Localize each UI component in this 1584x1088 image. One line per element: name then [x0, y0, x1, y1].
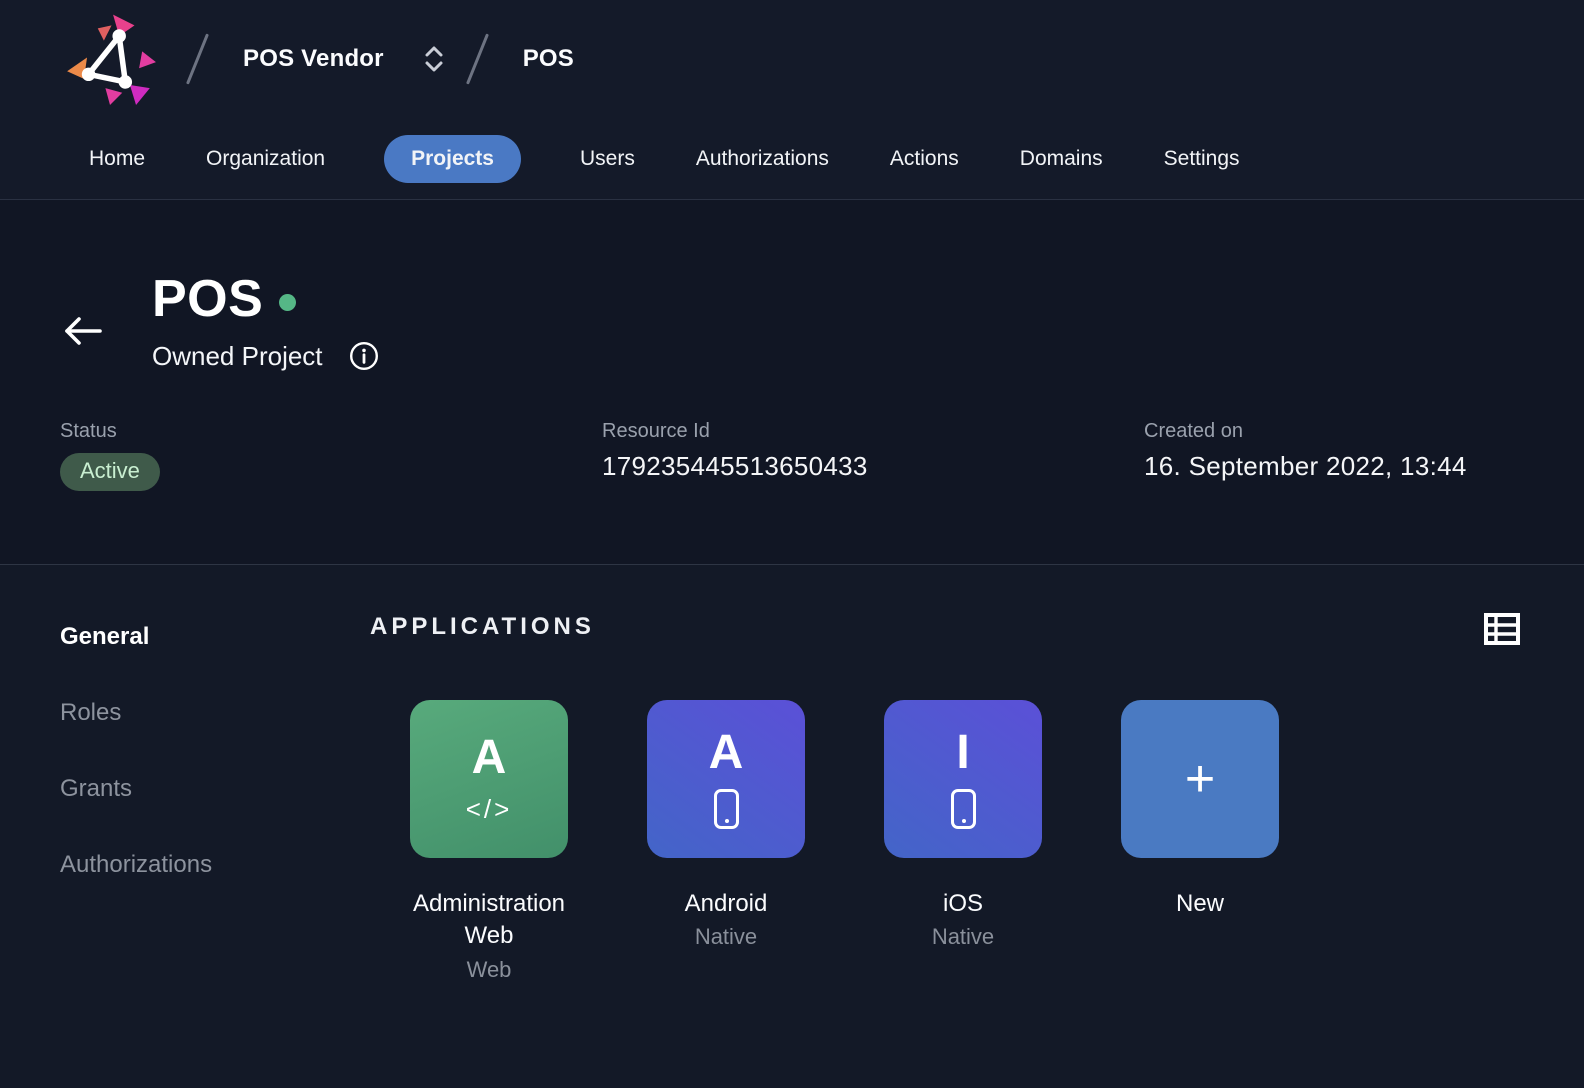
sidebar-item-roles[interactable]: Roles	[60, 699, 370, 727]
applications-section: APPLICATIONS A </> Administration Web We…	[370, 565, 1584, 1088]
app-card-ios[interactable]: I iOS Native	[884, 700, 1042, 983]
status-label: Status	[60, 420, 602, 443]
breadcrumb: POS Vendor POS	[0, 0, 1584, 118]
created-on-value: 16. September 2022, 13:44	[1144, 451, 1524, 482]
breadcrumb-org: POS Vendor	[243, 45, 384, 73]
nav-home[interactable]: Home	[87, 135, 147, 183]
table-view-icon[interactable]	[1484, 613, 1520, 648]
section-sidebar: General Roles Grants Authorizations	[0, 565, 370, 1088]
sidebar-item-grants[interactable]: Grants	[60, 775, 370, 803]
project-detail-body: General Roles Grants Authorizations APPL…	[0, 565, 1584, 1088]
app-tile: A </>	[410, 700, 568, 858]
app-name: Administration Web	[389, 888, 589, 953]
app-initial: A	[709, 729, 744, 777]
breadcrumb-project[interactable]: POS	[523, 45, 574, 73]
nav-actions[interactable]: Actions	[888, 135, 961, 183]
app-tile: A	[647, 700, 805, 858]
smartphone-icon	[951, 789, 976, 829]
applications-heading: APPLICATIONS	[370, 613, 595, 641]
main-nav: Home Organization Projects Users Authori…	[0, 118, 1584, 200]
zitadel-logo-icon[interactable]	[60, 10, 160, 108]
app-initial: A	[472, 734, 507, 782]
app-name: Android	[626, 888, 826, 920]
project-header: POS Owned Project Status Active Resour	[0, 200, 1584, 565]
app-name: New	[1100, 888, 1300, 920]
info-icon[interactable]	[349, 341, 379, 371]
app-type: Native	[863, 924, 1063, 950]
app-type: Native	[626, 924, 826, 950]
unfold-more-icon	[422, 43, 446, 75]
resource-id-value: 179235445513650433	[602, 451, 1144, 482]
nav-domains[interactable]: Domains	[1018, 135, 1105, 183]
meta-resource-id: Resource Id 179235445513650433	[602, 420, 1144, 491]
code-icon: </>	[466, 794, 513, 825]
green-dot-icon	[279, 294, 296, 311]
application-cards: A </> Administration Web Web A Android N…	[410, 700, 1520, 983]
nav-organization[interactable]: Organization	[204, 135, 327, 183]
app-type: Web	[389, 957, 589, 983]
app-card-android[interactable]: A Android Native	[647, 700, 805, 983]
smartphone-icon	[714, 789, 739, 829]
back-button[interactable]	[60, 313, 104, 352]
page-title: POS	[152, 272, 263, 327]
org-switcher[interactable]: POS Vendor	[243, 43, 446, 75]
created-on-label: Created on	[1144, 420, 1524, 443]
sidebar-item-general[interactable]: General	[60, 623, 370, 651]
breadcrumb-slash	[186, 33, 209, 84]
resource-id-label: Resource Id	[602, 420, 1144, 443]
plus-icon: +	[1185, 753, 1215, 805]
status-badge: Active	[60, 453, 160, 491]
nav-users[interactable]: Users	[578, 135, 637, 183]
nav-authorizations[interactable]: Authorizations	[694, 135, 831, 183]
app-tile: +	[1121, 700, 1279, 858]
app-name: iOS	[863, 888, 1063, 920]
topbar: POS Vendor POS Home Organization Project…	[0, 0, 1584, 200]
app-tile: I	[884, 700, 1042, 858]
meta-status: Status Active	[60, 420, 602, 491]
nav-projects[interactable]: Projects	[384, 135, 521, 183]
nav-settings[interactable]: Settings	[1162, 135, 1242, 183]
project-meta: Status Active Resource Id 17923544551365…	[60, 420, 1524, 491]
app-card-new[interactable]: + New	[1121, 700, 1279, 983]
sidebar-item-authorizations[interactable]: Authorizations	[60, 851, 370, 879]
breadcrumb-slash	[466, 33, 489, 84]
app-initial: I	[956, 729, 969, 777]
arrow-left-icon	[60, 313, 104, 349]
project-type-label: Owned Project	[152, 341, 323, 372]
meta-created-on: Created on 16. September 2022, 13:44	[1144, 420, 1524, 491]
app-card-administration-web[interactable]: A </> Administration Web Web	[410, 700, 568, 983]
